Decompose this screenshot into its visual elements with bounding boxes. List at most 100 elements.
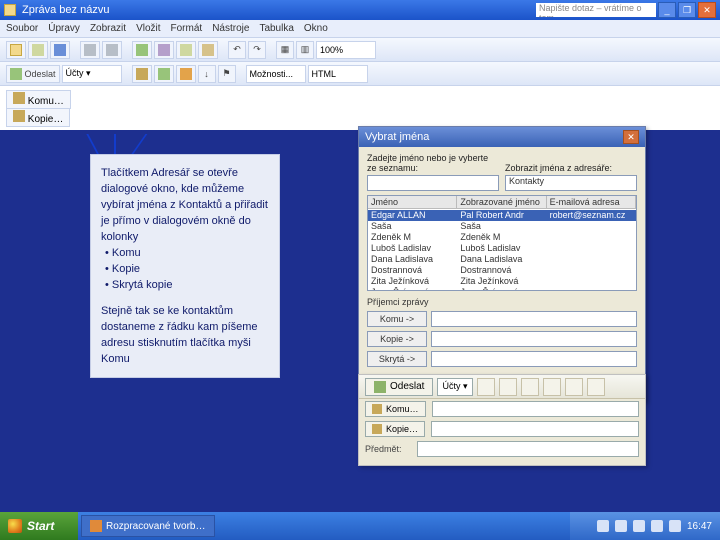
list-item[interactable]: DostrannováDostrannová <box>368 265 636 276</box>
start-button[interactable]: Start <box>0 512 78 540</box>
to-button[interactable]: Komu… <box>6 90 71 109</box>
window-titlebar: Zpráva bez názvu Napište dotaz – vrátíme… <box>0 0 720 20</box>
compose-flag-icon[interactable] <box>565 378 583 396</box>
tray-icon[interactable] <box>597 520 609 532</box>
compose-addressbook-icon[interactable] <box>499 378 517 396</box>
app-icon <box>4 4 16 16</box>
compose-importance-high-icon[interactable] <box>543 378 561 396</box>
importance-high-icon[interactable] <box>176 65 196 83</box>
flag-icon[interactable]: ⚑ <box>218 65 236 83</box>
list-header: Jméno Zobrazované jméno E-mailová adresa <box>368 196 636 209</box>
list-item[interactable]: Edgar ALLANPal Robert Andrrobert@seznam.… <box>368 210 636 221</box>
new-icon[interactable] <box>6 41 26 59</box>
mail-toolbar: Odeslat Účty ▾ ↓ ⚑ Možnosti... HTML <box>0 62 720 86</box>
tray-icon[interactable] <box>669 520 681 532</box>
cut-icon[interactable] <box>154 41 174 59</box>
contacts-list[interactable]: Jméno Zobrazované jméno E-mailová adresa… <box>367 195 637 291</box>
compose-to-button[interactable]: Komu… <box>365 401 426 417</box>
list-item[interactable]: SašaSaša <box>368 221 636 232</box>
search-label: Zadejte jméno nebo je vyberte ze seznamu… <box>367 153 499 173</box>
note-paragraph: Stejně tak se ke kontaktům dostaneme z ř… <box>101 303 269 367</box>
col-name[interactable]: Jméno <box>368 196 457 208</box>
note-bullet: • Komu <box>105 245 269 261</box>
help-search-input[interactable]: Napište dotaz – vrátíme o tom <box>536 3 656 17</box>
menu-format[interactable]: Formát <box>171 23 203 34</box>
compose-cc-button[interactable]: Kopie… <box>365 421 425 437</box>
tray-icon[interactable] <box>651 520 663 532</box>
undo-icon[interactable]: ↶ <box>228 41 246 59</box>
system-tray: 16:47 <box>570 512 720 540</box>
addressbook-icon[interactable] <box>132 65 152 83</box>
open-icon[interactable] <box>28 41 48 59</box>
dialog-titlebar: Vybrat jména ✕ <box>359 127 645 147</box>
menu-table[interactable]: Tabulka <box>259 23 293 34</box>
table-icon[interactable]: ▦ <box>276 41 294 59</box>
close-button[interactable]: ✕ <box>698 2 716 18</box>
list-item[interactable]: Jana ŠrámováJana Šrámová.cz <box>368 287 636 291</box>
clock: 16:47 <box>687 521 712 532</box>
to-add-button[interactable]: Komu -> <box>367 311 427 327</box>
zoom-select[interactable]: 100% <box>316 41 376 59</box>
importance-low-icon[interactable]: ↓ <box>198 65 216 83</box>
maximize-button[interactable]: ❐ <box>678 2 696 18</box>
list-item[interactable]: Luboš LadislavLuboš Ladislav <box>368 243 636 254</box>
compose-to-input[interactable] <box>432 401 639 417</box>
paste-icon[interactable] <box>198 41 218 59</box>
compose-paste-icon[interactable] <box>477 378 495 396</box>
addressbook-select[interactable]: Kontakty <box>505 175 637 191</box>
spellcheck-icon[interactable] <box>132 41 152 59</box>
col-display[interactable]: Zobrazované jméno <box>457 196 546 208</box>
list-item[interactable]: Zita JežínkováZita Ježínková <box>368 276 636 287</box>
preview-icon[interactable] <box>102 41 122 59</box>
menu-edit[interactable]: Úpravy <box>48 23 80 34</box>
compose-subject-label: Předmět: <box>365 444 411 454</box>
to-recipients-input[interactable] <box>431 311 637 327</box>
redo-icon[interactable]: ↷ <box>248 41 266 59</box>
format-select[interactable]: HTML <box>308 65 368 83</box>
accounts-select[interactable]: Účty ▾ <box>62 65 122 83</box>
options-button[interactable]: Možnosti... <box>246 65 306 83</box>
list-item[interactable]: Dana LadislavaDana Ladislava <box>368 254 636 265</box>
bcc-recipients-input[interactable] <box>431 351 637 367</box>
print-icon[interactable] <box>80 41 100 59</box>
copy-icon[interactable] <box>176 41 196 59</box>
addressbook-label: Zobrazit jména z adresáře: <box>505 163 637 173</box>
compose-cc-input[interactable] <box>431 421 639 437</box>
menu-file[interactable]: Soubor <box>6 23 38 34</box>
tray-icon[interactable] <box>615 520 627 532</box>
bcc-add-button[interactable]: Skrytá -> <box>367 351 427 367</box>
recipients-label: Příjemci zprávy <box>367 297 637 307</box>
tray-icon[interactable] <box>633 520 645 532</box>
check-names-icon[interactable] <box>154 65 174 83</box>
send-button[interactable]: Odeslat <box>6 65 60 83</box>
slide-area: Tlačítkem Adresář se otevře dialogové ok… <box>0 130 720 512</box>
cc-add-button[interactable]: Kopie -> <box>367 331 427 347</box>
select-names-dialog: Vybrat jména ✕ Zadejte jméno nebo je vyb… <box>358 126 646 402</box>
cc-button[interactable]: Kopie… <box>6 108 70 127</box>
dialog-close-icon[interactable]: ✕ <box>623 130 639 144</box>
compose-checknames-icon[interactable] <box>521 378 539 396</box>
task-icon <box>90 520 102 532</box>
explanation-note: Tlačítkem Adresář se otevře dialogové ok… <box>90 154 280 378</box>
menu-window[interactable]: Okno <box>304 23 328 34</box>
cc-recipients-input[interactable] <box>431 331 637 347</box>
menu-tools[interactable]: Nástroje <box>212 23 249 34</box>
taskbar: Start Rozpracované tvorb… 16:47 <box>0 512 720 540</box>
arrow-line <box>114 134 116 156</box>
compose-subject-input[interactable] <box>417 441 639 457</box>
arrow-line <box>130 134 147 156</box>
minimize-button[interactable]: _ <box>658 2 676 18</box>
menu-view[interactable]: Zobrazit <box>90 23 126 34</box>
note-bullet: • Skrytá kopie <box>105 277 269 293</box>
col-email[interactable]: E-mailová adresa <box>547 196 636 208</box>
save-icon[interactable] <box>50 41 70 59</box>
search-input[interactable] <box>367 175 499 191</box>
list-item[interactable]: Zdeněk MZdeněk M <box>368 232 636 243</box>
compose-send-button[interactable]: Odeslat <box>365 378 433 396</box>
columns-icon[interactable]: ▥ <box>296 41 314 59</box>
compose-options-icon[interactable] <box>587 378 605 396</box>
menu-insert[interactable]: Vložit <box>136 23 160 34</box>
compose-accounts-select[interactable]: Účty ▾ <box>437 378 472 396</box>
dialog-title: Vybrat jména <box>365 131 429 143</box>
taskbar-item[interactable]: Rozpracované tvorb… <box>81 515 215 537</box>
